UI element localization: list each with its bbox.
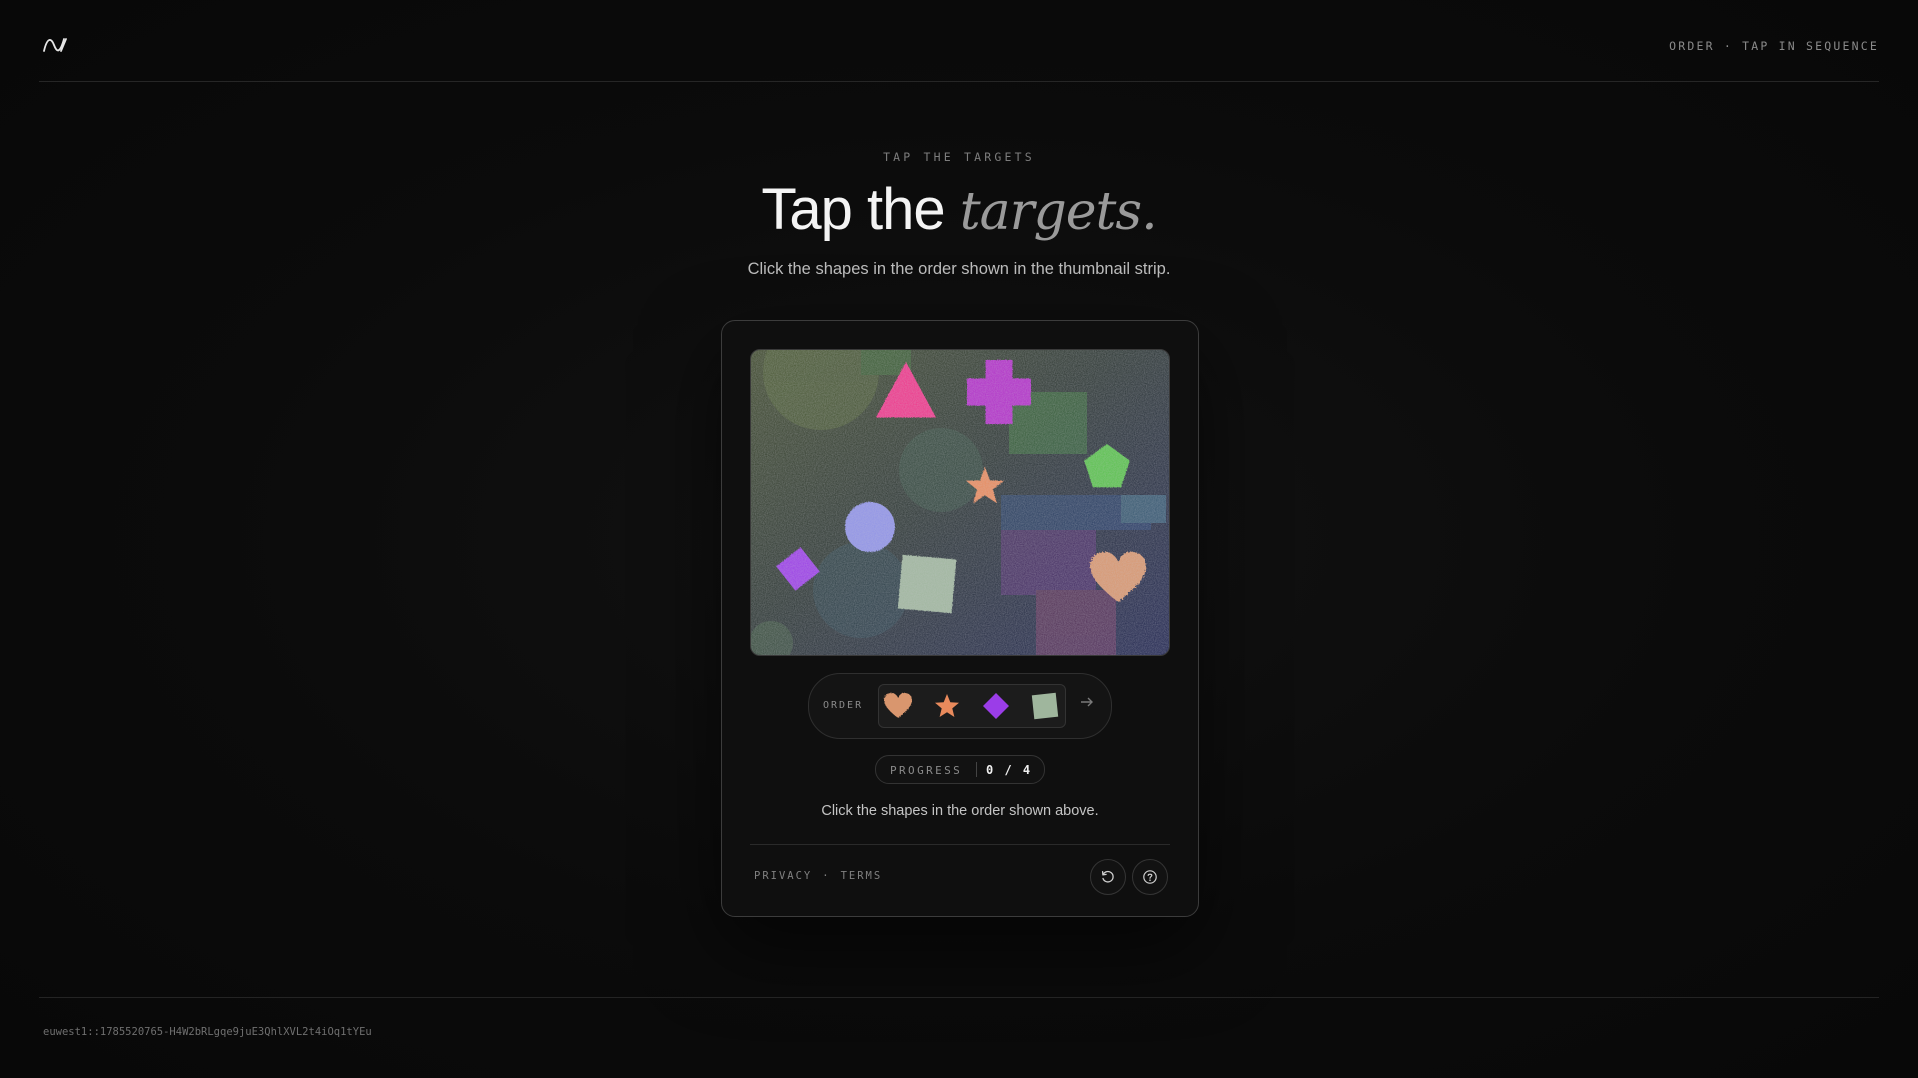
- progress-indicator: PROGRESS 0 / 4: [875, 755, 1045, 784]
- order-label: ORDER: [823, 700, 864, 711]
- mode-label: ORDER · TAP IN SEQUENCE: [1669, 39, 1879, 53]
- card-divider: [750, 844, 1170, 845]
- challenge-canvas[interactable]: [750, 349, 1170, 656]
- star-thumbnail-icon: [935, 694, 959, 717]
- arrow-right-icon[interactable]: [1079, 694, 1095, 710]
- privacy-link[interactable]: PRIVACY: [754, 870, 812, 882]
- title-main: Tap the: [761, 177, 945, 242]
- diamond-thumbnail-icon: [983, 693, 1009, 719]
- help-icon: [1143, 870, 1157, 884]
- instruction-hint: Click the shapes in the order shown abov…: [821, 803, 1099, 819]
- square-thumbnail-icon: [1031, 692, 1059, 720]
- order-thumbnails: [878, 684, 1066, 728]
- order-strip: ORDER: [808, 673, 1112, 739]
- eyebrow: TAP THE TARGETS: [883, 150, 1035, 164]
- top-bar: ORDER · TAP IN SEQUENCE: [39, 0, 1879, 82]
- reload-icon: [1101, 870, 1114, 883]
- logo-icon: [43, 38, 67, 52]
- bottom-divider: [39, 997, 1879, 998]
- help-button[interactable]: [1132, 859, 1168, 895]
- link-separator: ·: [822, 870, 831, 882]
- progress-label: PROGRESS: [890, 764, 963, 777]
- progress-value: 0 / 4: [986, 763, 1033, 777]
- footer-links: PRIVACY · TERMS: [754, 870, 882, 882]
- page-subtitle: Click the shapes in the order shown in t…: [747, 260, 1171, 278]
- terms-link[interactable]: TERMS: [841, 870, 883, 882]
- challenge-scene[interactable]: [751, 350, 1169, 655]
- heart-thumbnail-icon: [884, 693, 912, 718]
- progress-divider: [976, 762, 977, 777]
- page-title: Tap the targets.: [0, 176, 1918, 243]
- session-id: euwest1::1785520765-H4W2bRLgqe9juE3QhlXV…: [43, 1026, 372, 1038]
- title-accent: targets.: [959, 182, 1158, 242]
- reload-button[interactable]: [1090, 859, 1126, 895]
- challenge-card: ORDER PROGRESS 0 / 4 Click the shapes in…: [721, 320, 1199, 917]
